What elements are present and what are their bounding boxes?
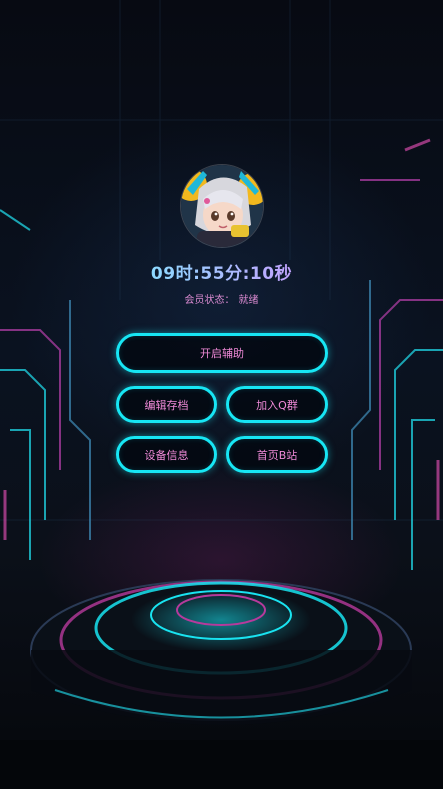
membership-status: 会员状态： 就绪 [0, 291, 443, 306]
timer-seconds-unit: 秒 [274, 264, 293, 284]
start-assist-button[interactable]: 开启辅助 [116, 333, 328, 373]
timer-seconds: 10 [249, 264, 275, 284]
countdown-timer: 09时:55分:10秒 [0, 259, 443, 284]
app-screen: 09时:55分:10秒 会员状态： 就绪 开启辅助 编辑存档 加入Q群 设备信息 … [0, 0, 443, 789]
join-group-button[interactable]: 加入Q群 [226, 386, 328, 423]
start-assist-label: 开启辅助 [200, 347, 244, 360]
circuit-background [0, 0, 443, 789]
membership-status-value: 就绪 [238, 295, 259, 306]
device-info-label: 设备信息 [144, 448, 189, 462]
timer-hours-unit: 时 [175, 264, 194, 284]
timer-separator: : [242, 264, 250, 284]
timer-minutes: 55 [200, 264, 226, 284]
anime-avatar-icon [181, 165, 263, 247]
device-info-button[interactable]: 设备信息 [116, 436, 217, 473]
homepage-label: 首页B站 [256, 448, 298, 462]
homepage-button[interactable]: 首页B站 [226, 436, 328, 473]
avatar [180, 164, 264, 248]
membership-status-label: 会员状态： [184, 295, 235, 306]
edit-save-button[interactable]: 编辑存档 [116, 386, 217, 423]
timer-hours: 09 [150, 264, 176, 284]
join-group-label: 加入Q群 [256, 398, 298, 412]
timer-minutes-unit: 分 [225, 264, 243, 284]
edit-save-label: 编辑存档 [144, 398, 189, 412]
